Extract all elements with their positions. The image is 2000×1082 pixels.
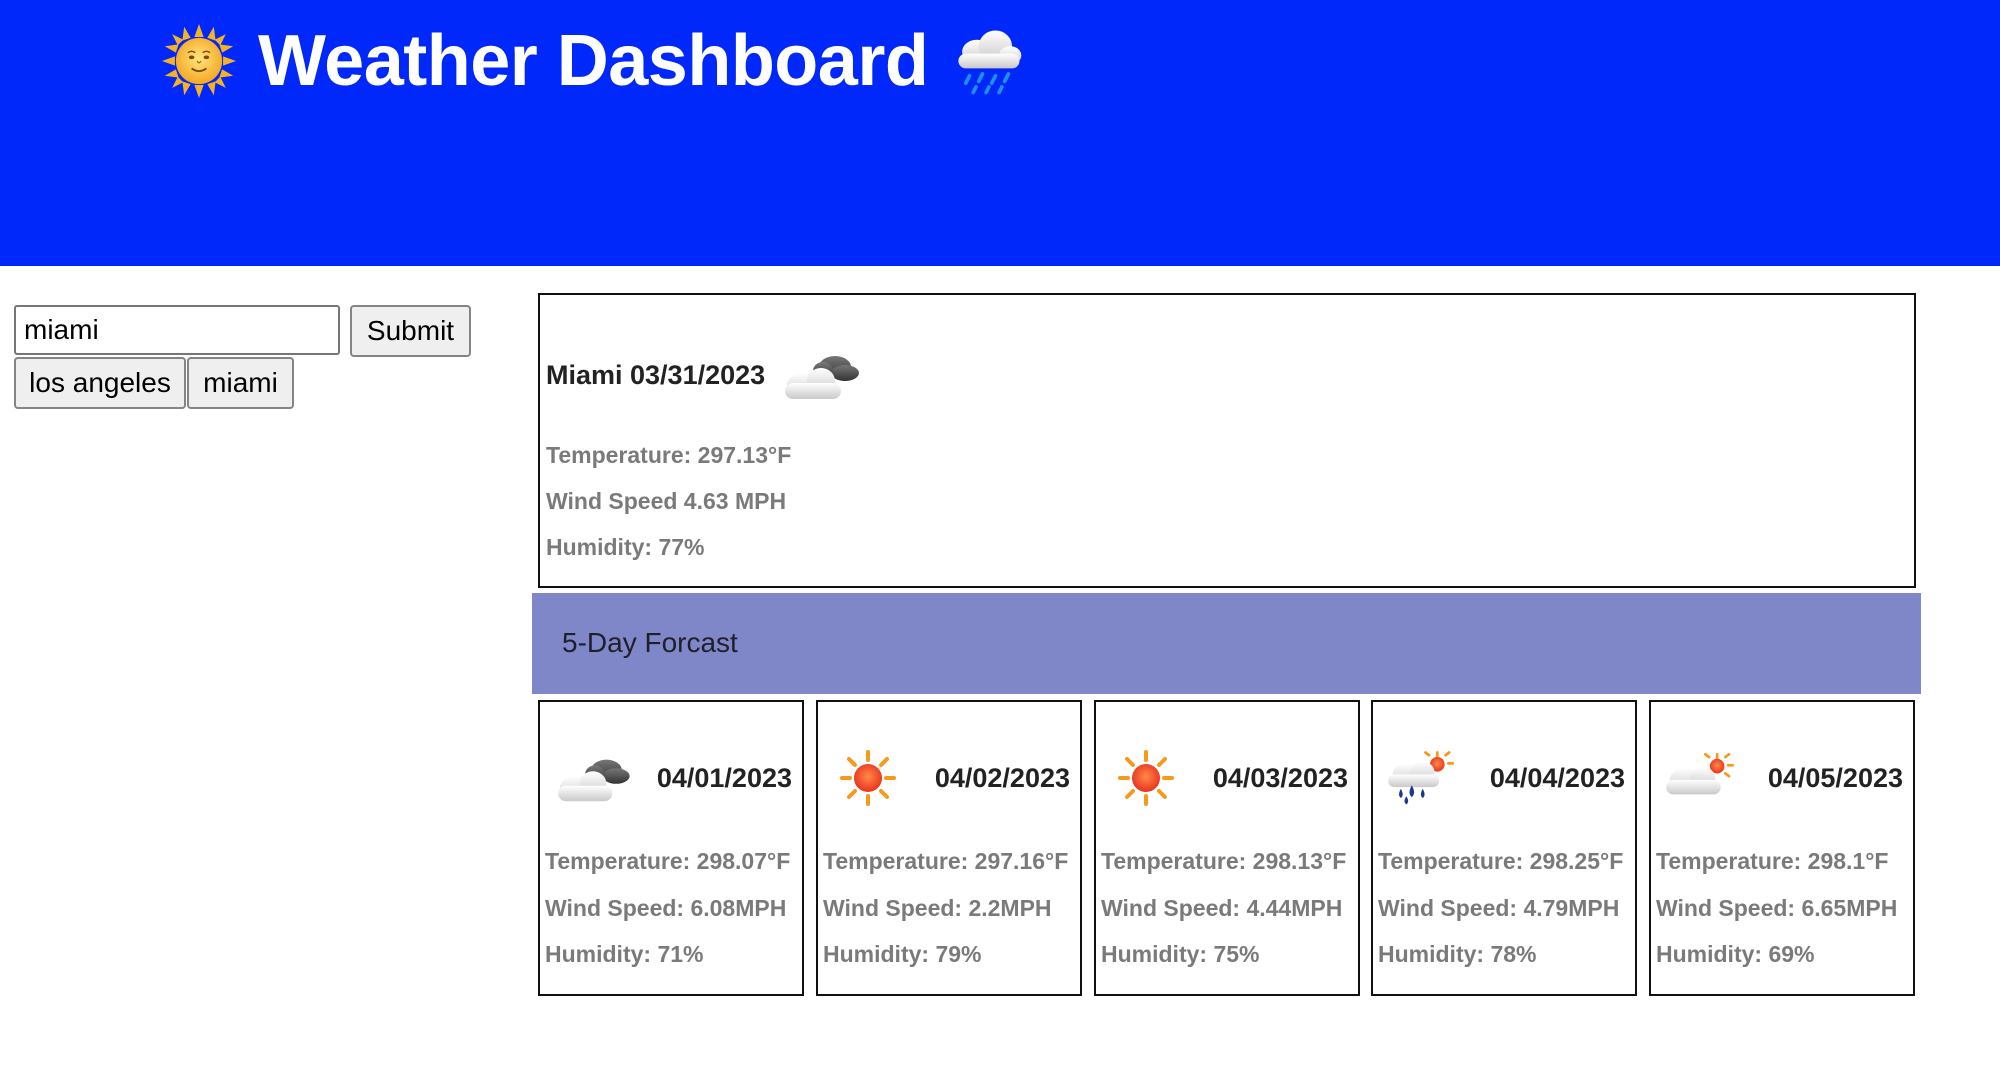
forecast-card: 04/03/2023 Temperature: 298.13°F Wind Sp…: [1094, 700, 1360, 996]
forecast-date: 04/05/2023: [1767, 762, 1903, 793]
current-wind-speed: Wind Speed 4.63 MPH: [546, 488, 787, 514]
forecast-wind-speed: Wind Speed: 6.08MPH: [545, 895, 787, 921]
forecast-heading-band: 5-Day Forcast: [532, 593, 1921, 694]
forecast-temperature: Temperature: 298.25°F: [1378, 848, 1624, 874]
forecast-wind-speed: Wind Speed: 4.79MPH: [1378, 895, 1620, 921]
forecast-temperature: Temperature: 297.16°F: [823, 848, 1069, 874]
sun-icon: [838, 748, 898, 808]
sun-icon: [1116, 748, 1176, 808]
forecast-wind-speed: Wind Speed: 2.2MPH: [823, 895, 1052, 921]
forecast-date: 04/04/2023: [1489, 762, 1625, 793]
rain-sun-cloud-icon: [1379, 748, 1461, 808]
forecast-wind-speed: Wind Speed: 4.44MPH: [1101, 895, 1343, 921]
current-weather-heading: Miami 03/31/2023: [546, 345, 863, 405]
forecast-card: 04/04/2023 Temperature: 298.25°F Wind Sp…: [1371, 700, 1637, 996]
forecast-humidity: Humidity: 69%: [1656, 941, 1815, 967]
page-title: Weather Dashboard: [162, 18, 1026, 104]
history-button-los-angeles[interactable]: los angeles: [14, 357, 186, 409]
submit-button[interactable]: Submit: [350, 305, 471, 357]
forecast-card: 04/01/2023 Temperature: 298.07°F Wind Sp…: [538, 700, 804, 996]
forecast-temperature: Temperature: 298.1°F: [1656, 848, 1889, 874]
header-title-text: Weather Dashboard: [258, 21, 929, 101]
current-humidity: Humidity: 77%: [546, 534, 705, 560]
sun-behind-cloud-icon: [1657, 750, 1739, 806]
forecast-heading: 5-Day Forcast: [562, 627, 738, 658]
forecast-humidity: Humidity: 71%: [545, 941, 704, 967]
cloud-with-rain-icon: [958, 30, 1022, 95]
forecast-temperature: Temperature: 298.07°F: [545, 848, 791, 874]
forecast-date: 04/02/2023: [934, 762, 1070, 793]
current-city-date: Miami 03/31/2023: [546, 359, 766, 390]
forecast-humidity: Humidity: 75%: [1101, 941, 1260, 967]
current-weather-card: Miami 03/31/2023 Temperature: 297.13°F W…: [538, 293, 1916, 588]
city-search-input[interactable]: [14, 305, 340, 355]
cloud-icon: [546, 749, 634, 807]
history-button-miami[interactable]: miami: [187, 357, 294, 409]
cloud-icon: [773, 345, 863, 405]
forecast-temperature: Temperature: 298.13°F: [1101, 848, 1347, 874]
current-temperature: Temperature: 297.13°F: [546, 442, 792, 468]
header-banner: Weather Dashboard: [0, 0, 2000, 266]
forecast-card: 04/05/2023 Temperature: 298.1°F Wind Spe…: [1649, 700, 1915, 996]
forecast-humidity: Humidity: 79%: [823, 941, 982, 967]
forecast-card: 04/02/2023 Temperature: 297.16°F Wind Sp…: [816, 700, 1082, 996]
forecast-date: 04/03/2023: [1212, 762, 1348, 793]
forecast-humidity: Humidity: 78%: [1378, 941, 1537, 967]
forecast-date: 04/01/2023: [656, 762, 792, 793]
forecast-wind-speed: Wind Speed: 6.65MPH: [1656, 895, 1898, 921]
sun-with-face-icon: [162, 24, 236, 98]
